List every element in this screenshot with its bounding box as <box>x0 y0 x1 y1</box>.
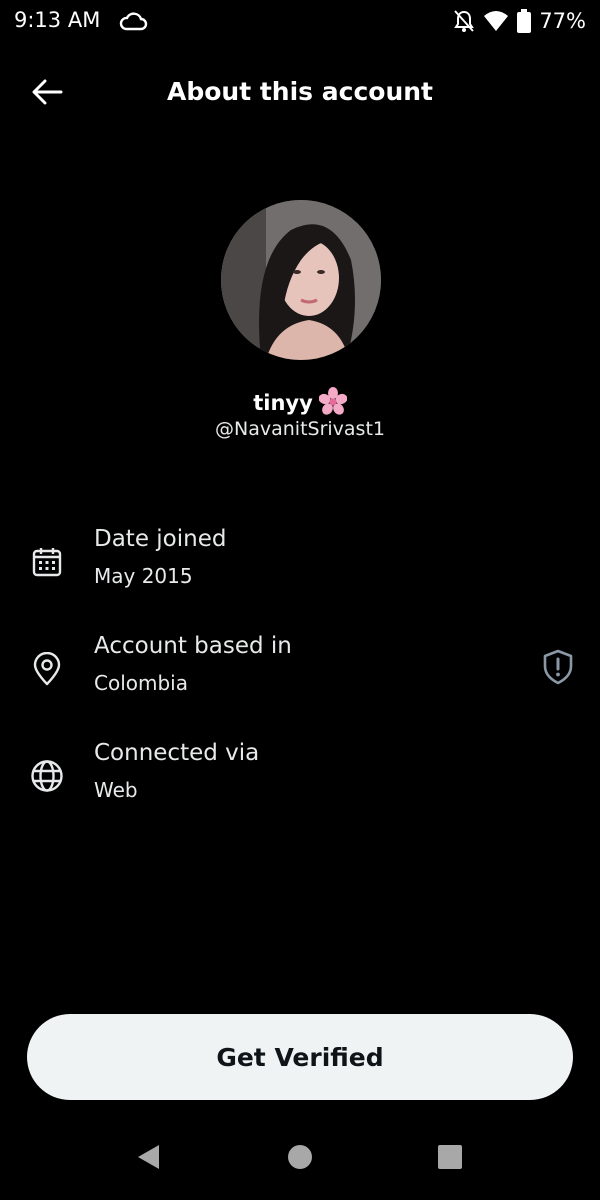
location-pin-icon <box>27 649 67 689</box>
page-title: About this account <box>166 77 433 106</box>
status-time: 9:13 AM <box>14 8 101 32</box>
calendar-icon <box>27 542 67 582</box>
connected-via-title: Connected via <box>94 740 260 766</box>
system-back-button[interactable] <box>128 1144 168 1174</box>
info-row-account-based: Account based in Colombia <box>0 633 600 713</box>
display-name-row: tinyy <box>0 387 600 419</box>
date-joined-value: May 2015 <box>94 564 193 588</box>
battery-icon <box>517 9 532 33</box>
notifications-off-icon <box>453 9 475 33</box>
account-based-value: Colombia <box>94 671 188 695</box>
status-bar: 9:13 AM 77% <box>0 0 600 42</box>
shield-alert-icon <box>542 649 574 689</box>
cherry-blossom-icon <box>318 387 348 419</box>
date-joined-title: Date joined <box>94 526 227 552</box>
system-recents-button[interactable] <box>430 1144 470 1174</box>
wifi-icon <box>483 10 509 32</box>
system-home-button[interactable] <box>280 1144 320 1174</box>
cloud-icon <box>118 10 148 36</box>
shield-alert-button[interactable] <box>538 649 578 689</box>
account-based-title: Account based in <box>94 633 292 659</box>
avatar[interactable] <box>221 200 381 360</box>
header: About this account <box>0 58 600 130</box>
status-icons: 77% <box>453 8 586 34</box>
handle: @NavanitSrivast1 <box>215 418 385 440</box>
info-row-connected-via: Connected via Web <box>0 740 600 820</box>
recents-square-icon <box>437 1144 463 1174</box>
get-verified-button[interactable]: Get Verified <box>27 1014 573 1100</box>
back-triangle-icon <box>135 1143 161 1175</box>
display-name: tinyy <box>253 391 313 415</box>
system-nav-bar <box>0 1120 600 1200</box>
info-row-date-joined: Date joined May 2015 <box>0 526 600 606</box>
battery-percentage: 77% <box>539 9 586 33</box>
home-circle-icon <box>287 1144 313 1174</box>
connected-via-value: Web <box>94 778 138 802</box>
globe-icon <box>27 756 67 796</box>
